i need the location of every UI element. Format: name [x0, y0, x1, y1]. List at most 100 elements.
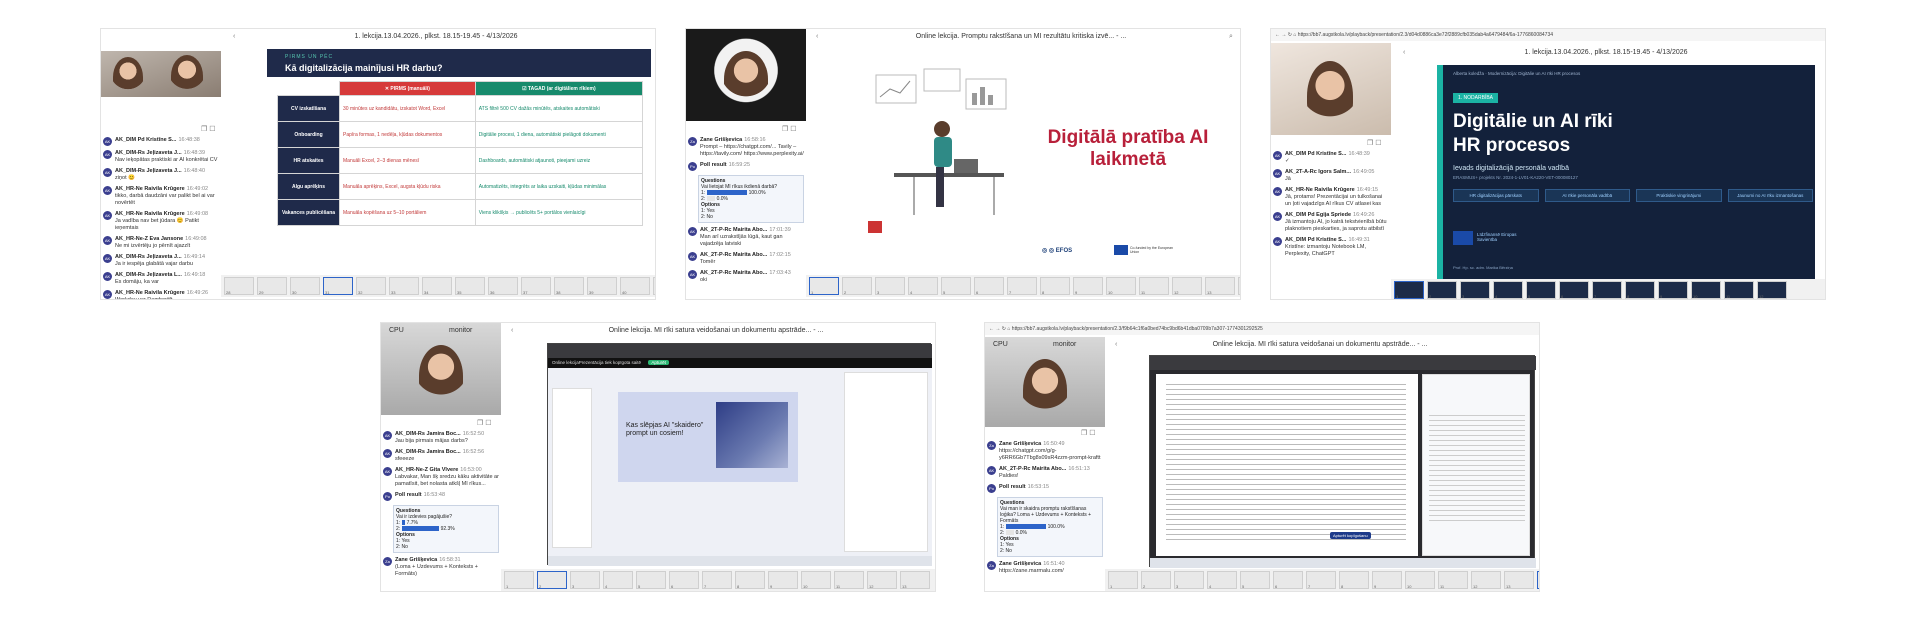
- chat-list[interactable]: Za Zane Grišķevica 16:58:16 Prompt – https:…: [686, 135, 806, 299]
- slide-thumbnail[interactable]: 12: [1757, 281, 1787, 299]
- chat-icon[interactable]: ☐: [1089, 430, 1095, 437]
- chat-list[interactable]: Za Zane Grišķevica 16:50:49 https://chatgpt…: [985, 439, 1105, 591]
- slide-thumbnail[interactable]: 2: [537, 571, 567, 589]
- copy-icon[interactable]: ❐: [1081, 430, 1087, 437]
- slide-thumbnail[interactable]: 4: [908, 277, 938, 295]
- back-chevron-icon[interactable]: ‹: [1115, 341, 1117, 348]
- forward-icon[interactable]: →: [1281, 32, 1286, 38]
- slide-thumbnail[interactable]: 36: [488, 277, 518, 295]
- slide-thumbnail[interactable]: 6: [1273, 571, 1303, 589]
- slide-thumbnail[interactable]: 11: [1139, 277, 1169, 295]
- slide-thumbnail[interactable]: 41: [653, 277, 655, 295]
- slide-thumbnail[interactable]: 1: [809, 277, 839, 295]
- slide-thumbnail[interactable]: 9: [1658, 281, 1688, 299]
- slide-thumbnail[interactable]: 10: [1405, 571, 1435, 589]
- slide-thumbnail[interactable]: 4: [1207, 571, 1237, 589]
- slide-thumbnail[interactable]: 3: [570, 571, 600, 589]
- slide-thumbnail[interactable]: 13: [1504, 571, 1534, 589]
- slide-thumbnail[interactable]: 2: [1427, 281, 1457, 299]
- slide-thumbnail[interactable]: 28: [224, 277, 254, 295]
- forward-icon[interactable]: →: [995, 326, 1000, 332]
- copy-icon[interactable]: ❐: [782, 126, 788, 133]
- chat-icon[interactable]: ☐: [209, 126, 215, 133]
- slide-thumbnail[interactable]: 5: [636, 571, 666, 589]
- home-icon[interactable]: ⌂: [1007, 326, 1010, 332]
- slide-thumbnail[interactable]: 1: [504, 571, 534, 589]
- slide-thumbnail[interactable]: 6: [1559, 281, 1589, 299]
- back-icon[interactable]: ←: [1275, 32, 1280, 38]
- chat-icon[interactable]: ☐: [485, 420, 491, 427]
- slide-thumbnail[interactable]: 11: [1724, 281, 1754, 299]
- slide-thumbnail[interactable]: 39: [587, 277, 617, 295]
- slide-thumbnail[interactable]: 4: [603, 571, 633, 589]
- slide-thumbnail[interactable]: 7: [1306, 571, 1336, 589]
- ai-side-panel[interactable]: [1422, 374, 1530, 556]
- address-bar[interactable]: ← → ↻ ⌂ https://bb7.augstkola.lv/playbac…: [1271, 29, 1825, 41]
- back-chevron-icon[interactable]: ‹: [816, 33, 818, 40]
- slide-thumbnail[interactable]: 30: [290, 277, 320, 295]
- slide-thumbnail[interactable]: 29: [257, 277, 287, 295]
- slide-thumbnail[interactable]: 6: [974, 277, 1004, 295]
- stop-share-button[interactable]: Apturēt kopīgošanu: [1330, 532, 1371, 539]
- slide-thumbnail[interactable]: 31: [323, 277, 353, 295]
- chat-icon[interactable]: ☐: [790, 126, 796, 133]
- slide-thumbnail[interactable]: 8: [1625, 281, 1655, 299]
- slide-thumbnail[interactable]: 5: [1240, 571, 1270, 589]
- slide-thumbnail[interactable]: 8: [1339, 571, 1369, 589]
- slide-thumbnail[interactable]: 12: [1172, 277, 1202, 295]
- slide-thumbnail[interactable]: 1: [1108, 571, 1138, 589]
- back-chevron-icon[interactable]: ‹: [511, 327, 513, 334]
- slide-thumbnail[interactable]: 2: [1141, 571, 1171, 589]
- back-chevron-icon[interactable]: ‹: [233, 33, 235, 40]
- slide-thumbnail-strip[interactable]: 1 2 3 4 5 6 7 8 9 10 11 12 13: [501, 569, 935, 591]
- slide-thumbnail[interactable]: 10: [1106, 277, 1136, 295]
- slide-thumbnail[interactable]: 12: [1471, 571, 1501, 589]
- home-icon[interactable]: ⌂: [1293, 32, 1296, 38]
- slide-thumbnail[interactable]: 9: [768, 571, 798, 589]
- slide-thumbnail[interactable]: 1: [1394, 281, 1424, 299]
- slide-thumbnail-strip[interactable]: 123456789101112131415: [1105, 569, 1539, 591]
- chat-icon[interactable]: ☐: [1375, 140, 1381, 147]
- slide-thumbnail[interactable]: 10: [801, 571, 831, 589]
- slide-thumbnail[interactable]: 7: [1592, 281, 1622, 299]
- slide-thumbs-column[interactable]: [552, 388, 592, 548]
- slide-thumbnail[interactable]: 3: [875, 277, 905, 295]
- slide-thumbnail[interactable]: 34: [422, 277, 452, 295]
- reload-icon[interactable]: ↻: [1002, 326, 1006, 332]
- slide-thumbnail[interactable]: 35: [455, 277, 485, 295]
- slide-thumbnail[interactable]: 11: [1438, 571, 1468, 589]
- address-bar[interactable]: ← → ↻ ⌂ https://bb7.augstkola.lv/playbac…: [985, 323, 1539, 335]
- slide-thumbnail[interactable]: 32: [356, 277, 386, 295]
- reload-icon[interactable]: ↻: [1288, 32, 1292, 38]
- slide-thumbnail[interactable]: 3: [1174, 571, 1204, 589]
- slide-thumbnail[interactable]: 7: [1007, 277, 1037, 295]
- slide-thumbnail[interactable]: 37: [521, 277, 551, 295]
- back-icon[interactable]: ←: [989, 326, 994, 332]
- slide-thumbnail-strip[interactable]: 1234567891011121314: [806, 275, 1240, 297]
- copy-icon[interactable]: ❐: [477, 420, 483, 427]
- slide-thumbnail-strip[interactable]: 1 2 3 4 5 6 7 8 9 10 11 12: [1391, 279, 1825, 299]
- stop-share-button[interactable]: Apturēt: [648, 360, 669, 365]
- url-text[interactable]: https://bb7.augstkola.lv/playback/presen…: [1012, 326, 1263, 332]
- slide-thumbnail[interactable]: 40: [620, 277, 650, 295]
- slide-thumbnail-strip[interactable]: 28 29 30 31 32 33 34 35 36 37 38 39 40 41: [221, 275, 655, 297]
- slide-thumbnail[interactable]: 38: [554, 277, 584, 295]
- slide-thumbnail[interactable]: 10: [1691, 281, 1721, 299]
- slide-thumbnail[interactable]: 8: [735, 571, 765, 589]
- slide-thumbnail[interactable]: 4: [1493, 281, 1523, 299]
- search-icon[interactable]: ⌕: [1229, 33, 1233, 41]
- properties-panel[interactable]: [844, 372, 928, 552]
- slide-thumbnail[interactable]: 5: [1526, 281, 1556, 299]
- url-text[interactable]: https://bb7.augstkola.lv/playback/presen…: [1298, 32, 1553, 38]
- slide-thumbnail[interactable]: 12: [867, 571, 897, 589]
- slide-thumbnail[interactable]: 9: [1372, 571, 1402, 589]
- slide-thumbnail[interactable]: 11: [834, 571, 864, 589]
- slide-thumbnail[interactable]: 5: [941, 277, 971, 295]
- chat-list[interactable]: AK AK_DIM-Rs Jamira Boc... 16:52:50 Jau bij…: [381, 429, 501, 591]
- slide-thumbnail[interactable]: 2: [842, 277, 872, 295]
- slide-thumbnail[interactable]: 3: [1460, 281, 1490, 299]
- copy-icon[interactable]: ❐: [1367, 140, 1373, 147]
- slide-thumbnail[interactable]: 14: [1238, 277, 1240, 295]
- slide-thumbnail[interactable]: 13: [1205, 277, 1235, 295]
- slide-thumbnail[interactable]: 9: [1073, 277, 1103, 295]
